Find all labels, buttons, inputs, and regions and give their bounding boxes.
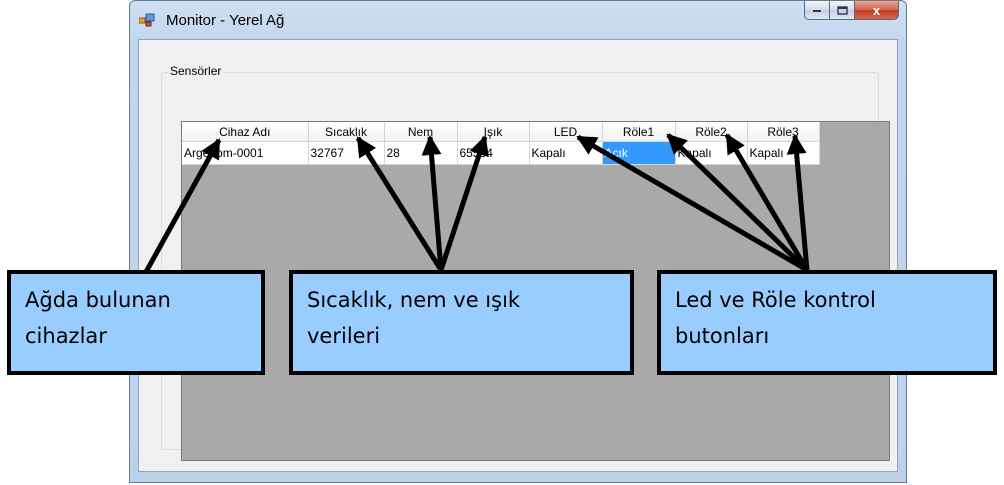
arrow-light [438, 135, 489, 271]
callout-devices-line1: Ağda bulunan [25, 288, 171, 312]
callout-controls-line2: butonları [675, 324, 770, 348]
callout-controls: Led ve Röle kontrol butonları [657, 270, 997, 375]
callout-devices-line2: cihazlar [25, 324, 107, 348]
callout-devices: Ağda bulunan cihazlar [7, 270, 265, 375]
arrow-temperature [355, 136, 444, 272]
arrow-devices [143, 138, 222, 274]
callout-sensors-line1: Sıcaklık, nem ve ışık [307, 288, 521, 312]
callout-sensors: Sıcaklık, nem ve ışık verileri [289, 270, 634, 375]
callout-controls-line1: Led ve Röle kontrol [675, 288, 876, 312]
callout-sensors-line2: verileri [307, 324, 381, 348]
arrow-humidity [421, 135, 444, 271]
annotation-arrows [143, 133, 810, 274]
